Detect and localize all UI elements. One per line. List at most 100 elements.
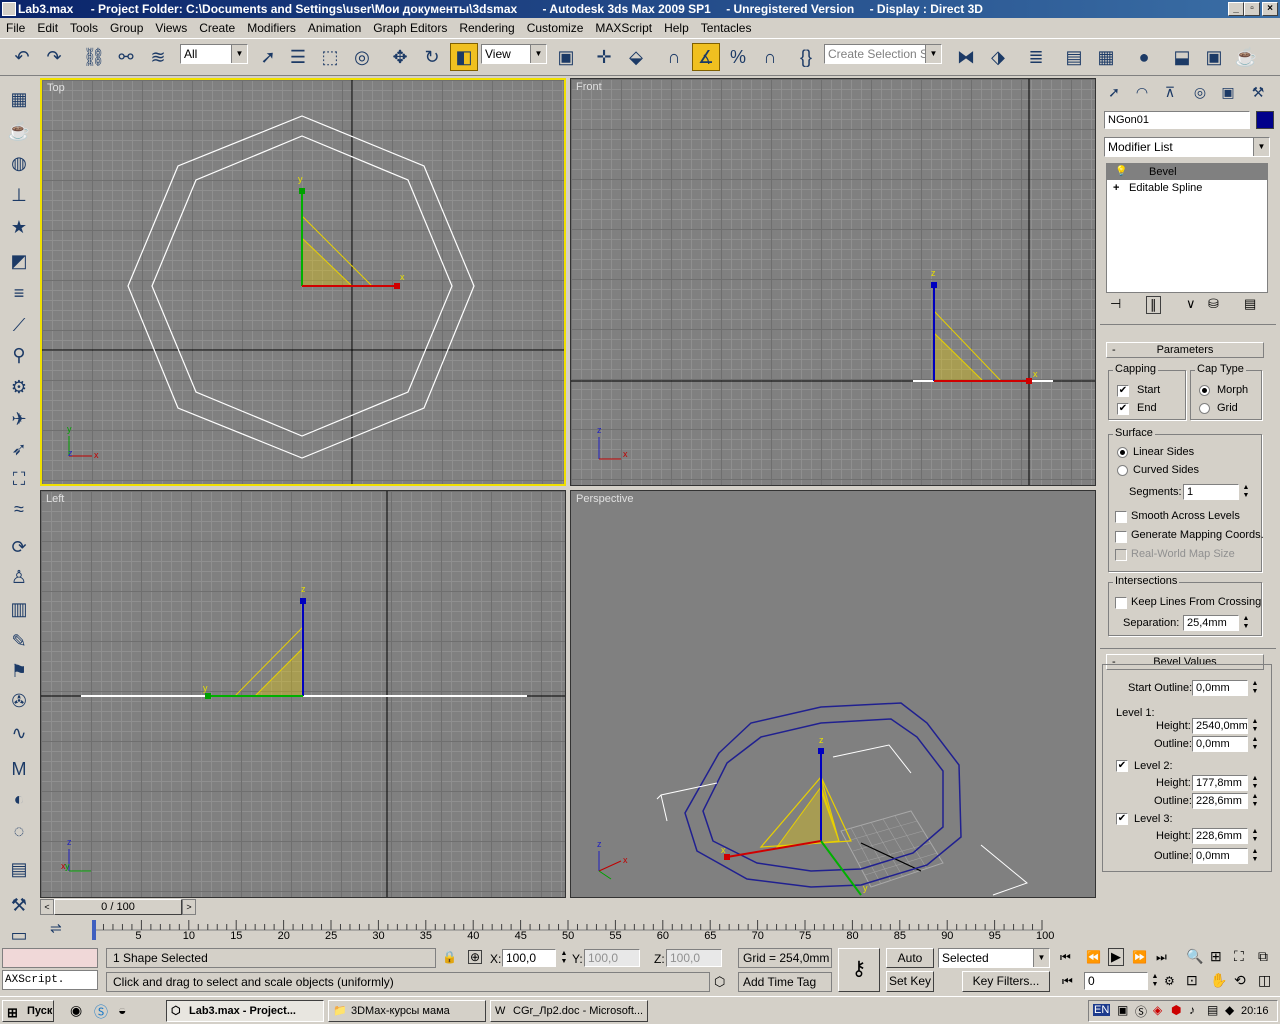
segments-field[interactable]: 1 xyxy=(1183,484,1239,500)
level2-height-spinner[interactable]: ▲ ▼ xyxy=(1250,775,1260,791)
zoom-extents-icon[interactable]: ⛶ xyxy=(1234,948,1244,965)
linear-sides-radio[interactable] xyxy=(1117,447,1128,458)
firefox-icon[interactable]: ◉ xyxy=(70,1002,82,1019)
key-mode-toggle-icon[interactable]: ⏮ xyxy=(1062,974,1073,989)
quick-render-icon[interactable]: ☕ xyxy=(1232,43,1260,71)
teapot-icon[interactable]: ☕ xyxy=(6,118,32,144)
tray-network-icon[interactable]: ▣ xyxy=(1117,1003,1128,1017)
app-icon[interactable] xyxy=(2,2,16,16)
keep-lines-from-crossing-checkbox[interactable] xyxy=(1115,597,1127,609)
select-rotate-icon[interactable]: ↻ xyxy=(418,43,446,71)
selection-filter-dropdown[interactable]: All ▼ xyxy=(180,44,248,64)
cap-end-checkbox[interactable]: ✔ xyxy=(1117,403,1129,415)
make-unique-icon[interactable]: ∨ xyxy=(1186,296,1196,312)
maxscript-input[interactable]: AXScript. xyxy=(2,970,98,990)
motion-tab-icon[interactable]: ◎ xyxy=(1188,81,1212,103)
configure-modifier-sets-icon[interactable]: ▤ xyxy=(1244,296,1256,312)
tray-volume-icon[interactable]: ♪ xyxy=(1189,1003,1195,1017)
select-move-icon[interactable]: ✥ xyxy=(386,43,414,71)
modify-tab-icon[interactable]: ◠ xyxy=(1130,81,1154,103)
keyboard-shortcut-override-icon[interactable]: ⬙ xyxy=(622,43,650,71)
reactor-icon[interactable]: ⟳ xyxy=(6,534,32,560)
skype-icon[interactable]: Ⓢ xyxy=(94,1002,108,1022)
menu-customize[interactable]: Customize xyxy=(521,18,590,38)
start-outline-spinner[interactable]: ▲ ▼ xyxy=(1250,680,1260,696)
field-of-view-icon[interactable]: ⊡ xyxy=(1186,972,1198,989)
tray-misc-icon[interactable]: ◆ xyxy=(1225,1003,1234,1017)
add-time-tag[interactable]: Add Time Tag xyxy=(738,972,832,992)
gear-icon[interactable]: ⚙ xyxy=(6,374,32,400)
plane-icon[interactable]: ⊥ xyxy=(6,182,32,208)
lock-icon[interactable]: 🔒 xyxy=(442,950,457,964)
level3-height-spinner[interactable]: ▲ ▼ xyxy=(1250,828,1260,844)
task-folder[interactable]: 📁 3DMax-курсы мама xyxy=(328,1000,486,1022)
previous-frame-icon[interactable]: ⏪ xyxy=(1086,950,1101,964)
bevel-values-rollout-header[interactable]: - Bevel Values xyxy=(1106,654,1264,670)
zoom-icon[interactable]: 🔍 xyxy=(1186,948,1203,965)
restore-button[interactable]: ▫ xyxy=(1244,2,1260,16)
rectangular-selection-icon[interactable]: ⬚ xyxy=(316,43,344,71)
select-link-icon[interactable]: ⛓ xyxy=(80,43,108,71)
menu-help[interactable]: Help xyxy=(658,18,695,38)
auto-key-button[interactable]: Auto Key xyxy=(886,948,934,983)
material-icon[interactable]: ◐ xyxy=(6,786,32,812)
level2-height-field[interactable]: 177,8mm xyxy=(1192,775,1248,791)
display-tab-icon[interactable]: ▣ xyxy=(1216,81,1240,103)
menu-graph-editors[interactable]: Graph Editors xyxy=(367,18,453,38)
set-key-button[interactable]: Set Key xyxy=(886,971,934,992)
start-button[interactable]: ⊞ Пуск xyxy=(2,1000,54,1022)
brush-icon[interactable]: ✎ xyxy=(6,628,32,654)
level1-height-spinner[interactable]: ▲ ▼ xyxy=(1250,718,1260,734)
named-selection-set-dropdown[interactable]: Create Selection Set ▼ xyxy=(824,44,942,64)
menu-group[interactable]: Group xyxy=(104,18,149,38)
cap-type-grid-radio[interactable] xyxy=(1199,403,1210,414)
play-icon[interactable]: ▶ xyxy=(1108,948,1124,966)
material-editor-icon[interactable]: ● xyxy=(1130,43,1158,71)
level3-outline-spinner[interactable]: ▲ ▼ xyxy=(1250,848,1260,864)
tray-display-icon[interactable]: ▤ xyxy=(1207,1003,1218,1017)
snaps-toggle-icon[interactable]: ∩ xyxy=(660,43,688,71)
level1-height-field[interactable]: 2540,0mm xyxy=(1192,718,1248,734)
smooth-across-levels-checkbox[interactable] xyxy=(1115,511,1127,523)
go-to-start-icon[interactable]: ⏮ xyxy=(1060,950,1071,965)
level3-outline-field[interactable]: 0,0mm xyxy=(1192,848,1248,864)
viewport-left[interactable]: Left z y z y x xyxy=(40,490,566,898)
lamp-icon[interactable]: ⚲ xyxy=(6,342,32,368)
time-configuration-icon[interactable]: ⚙ xyxy=(1164,974,1175,988)
level2-checkbox[interactable]: ✔ xyxy=(1116,760,1128,772)
redo-icon[interactable]: ↷ xyxy=(40,43,68,71)
select-by-name-icon[interactable]: ☰ xyxy=(284,43,312,71)
layer-manager-icon[interactable]: ≣ xyxy=(1022,43,1050,71)
compound-icon[interactable]: ◩ xyxy=(6,248,32,274)
maximize-viewport-icon[interactable]: ◫ xyxy=(1258,972,1271,989)
menu-maxscript[interactable]: MAXScript xyxy=(589,18,658,38)
tray-antivirus-icon[interactable]: ◈ xyxy=(1153,1003,1162,1017)
menu-edit[interactable]: Edit xyxy=(31,18,64,38)
menu-tentacles[interactable]: Tentacles xyxy=(695,18,758,38)
media-icon[interactable]: ◒ xyxy=(118,1002,126,1018)
utilities-tab-icon[interactable]: ⚒ xyxy=(1246,81,1270,103)
show-end-result-icon[interactable]: ∥ xyxy=(1146,296,1161,314)
schematic-view-icon[interactable]: ▦ xyxy=(1092,43,1120,71)
segments-spinner[interactable]: ▲ ▼ xyxy=(1241,484,1251,500)
align-icon[interactable]: ⬗ xyxy=(984,43,1012,71)
curved-sides-radio[interactable] xyxy=(1117,465,1128,476)
mirror-icon[interactable]: ⧓ xyxy=(952,43,980,71)
parameters-rollout-header[interactable]: - Parameters xyxy=(1106,342,1264,358)
separation-spinner[interactable]: ▲ ▼ xyxy=(1241,615,1251,631)
wave-icon[interactable]: ≈ xyxy=(6,496,32,522)
walk-icon[interactable]: ⚑ xyxy=(6,658,32,684)
tool-icon[interactable]: ⚒ xyxy=(6,892,32,918)
bird-icon[interactable]: ➶ xyxy=(6,436,32,462)
wheel-icon[interactable]: ✇ xyxy=(6,688,32,714)
unlink-icon[interactable]: ⚯ xyxy=(112,43,140,71)
box-icon[interactable]: ▦ xyxy=(6,86,32,112)
remove-modifier-icon[interactable]: ⛁ xyxy=(1208,296,1219,312)
time-slider-thumb[interactable]: 0 / 100 xyxy=(54,899,182,915)
document-icon[interactable]: ▤ xyxy=(6,856,32,882)
key-filters-button[interactable]: Key Filters... xyxy=(962,971,1050,992)
viewport-front[interactable]: Front z x z x xyxy=(570,78,1096,486)
menu-views[interactable]: Views xyxy=(149,18,193,38)
task-word-doc[interactable]: W CGr_Лр2.doc - Microsoft... xyxy=(490,1000,648,1022)
hierarchy-tab-icon[interactable]: ⊼ xyxy=(1158,81,1182,103)
